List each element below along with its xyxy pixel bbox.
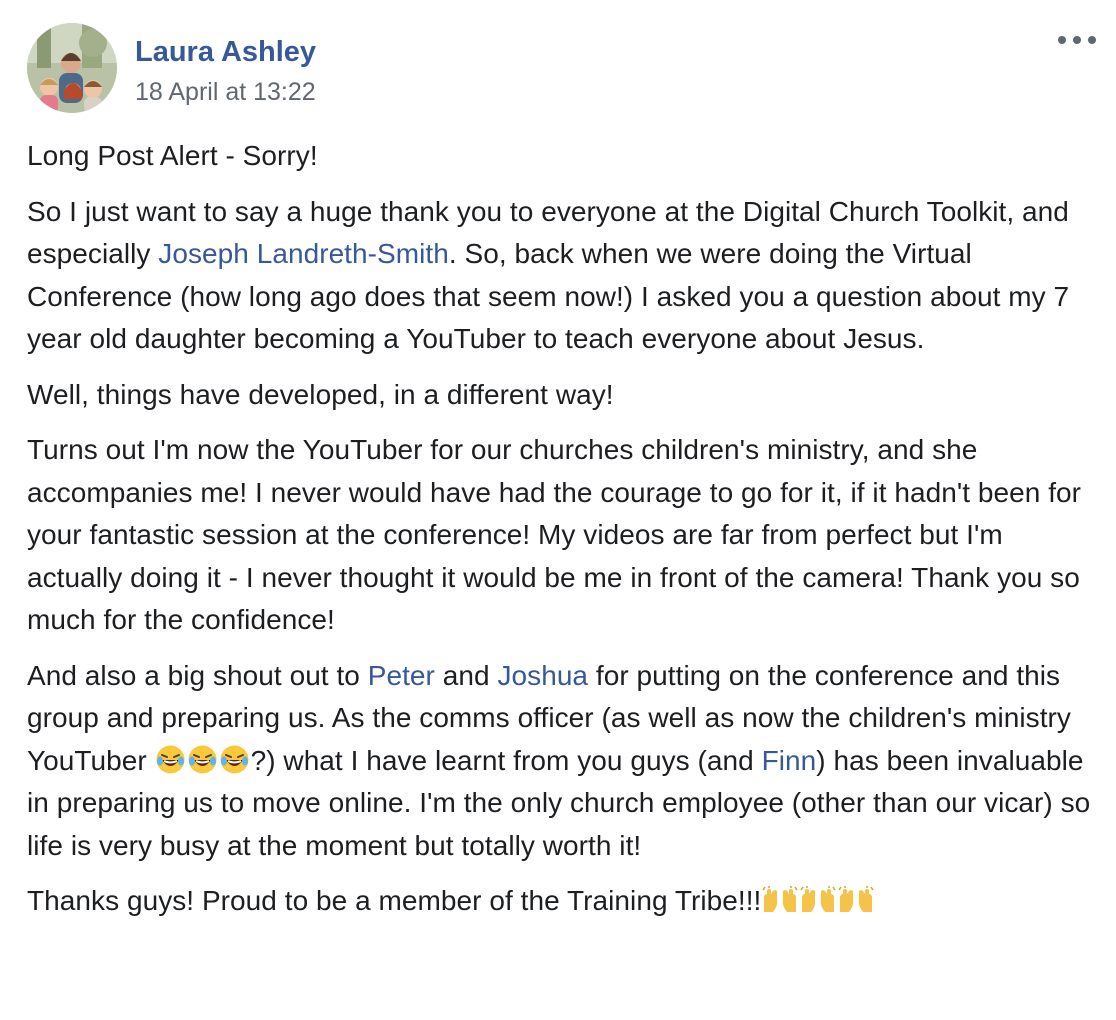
mention-joshua[interactable]: Joshua bbox=[497, 660, 588, 691]
post-card: Laura Ashley 18 April at 13:22 Long Post… bbox=[0, 0, 1116, 1020]
raising-hands-emoji-icon bbox=[761, 884, 799, 912]
mention-finn[interactable]: Finn bbox=[762, 745, 817, 776]
text: ?) what I have learnt from you guys (and bbox=[250, 744, 762, 776]
laughing-tears-emoji-icon bbox=[187, 744, 218, 775]
dot bbox=[1088, 36, 1096, 44]
author-name[interactable]: Laura Ashley bbox=[135, 35, 316, 69]
post-body: Long Post Alert - Sorry! So I just want … bbox=[27, 135, 1102, 936]
mention-peter[interactable]: Peter bbox=[368, 660, 435, 691]
laughing-tears-emoji-icon bbox=[219, 744, 250, 775]
laughing-tears-emoji-icon bbox=[155, 744, 186, 775]
paragraph-5: And also a big shout out to Peter and Jo… bbox=[27, 655, 1102, 868]
text: And also a big shout out to bbox=[27, 659, 368, 691]
paragraph-2: So I just want to say a huge thank you t… bbox=[27, 191, 1102, 361]
dot bbox=[1058, 36, 1066, 44]
paragraph-6: Thanks guys! Proud to be a member of the… bbox=[27, 880, 1102, 923]
raising-hands-emoji-icon bbox=[837, 884, 875, 912]
text: Thanks guys! Proud to be a member of the… bbox=[27, 885, 762, 916]
paragraph-3: Well, things have developed, in a differ… bbox=[27, 378, 614, 410]
post-header: Laura Ashley 18 April at 13:22 bbox=[27, 23, 316, 113]
dot bbox=[1073, 36, 1081, 44]
post-timestamp[interactable]: 18 April at 13:22 bbox=[135, 77, 316, 107]
more-options-icon[interactable] bbox=[1058, 30, 1096, 50]
paragraph-1: Long Post Alert - Sorry! bbox=[27, 140, 318, 171]
post-meta: Laura Ashley 18 April at 13:22 bbox=[135, 35, 316, 107]
text: and bbox=[434, 659, 498, 691]
paragraph-4: Turns out I'm now the YouTuber for our c… bbox=[27, 434, 1082, 635]
mention-joseph[interactable]: Joseph Landreth-Smith bbox=[158, 238, 449, 269]
raising-hands-emoji-icon bbox=[799, 884, 837, 912]
avatar[interactable] bbox=[27, 23, 117, 113]
